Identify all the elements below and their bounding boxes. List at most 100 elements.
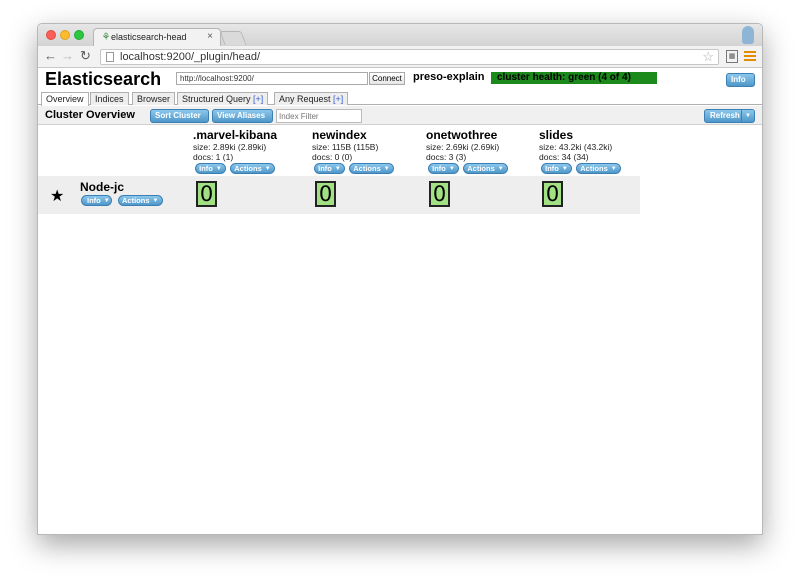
- profile-icon[interactable]: [742, 26, 754, 44]
- minimize-window-button[interactable]: [60, 30, 70, 40]
- index-info-button[interactable]: Info ▼: [428, 163, 459, 174]
- elasticsearch-favicon-icon: ⚘: [101, 32, 111, 43]
- caret-down-icon: ▼: [334, 166, 341, 172]
- browser-window: ⚘ elasticsearch-head × ← → ↻ localhost:9…: [37, 23, 763, 535]
- forward-arrow-icon[interactable]: →: [61, 48, 74, 64]
- caret-down-icon: ▼: [152, 198, 159, 204]
- index-actions-button[interactable]: Actions ▼: [576, 163, 621, 174]
- bookmark-star-icon[interactable]: ☆: [702, 49, 714, 65]
- menu-icon[interactable]: [744, 51, 756, 63]
- tab-indices[interactable]: Indices: [90, 92, 129, 105]
- index-filter-input[interactable]: [276, 109, 362, 123]
- node-name: Node-jc: [80, 180, 125, 194]
- index-name: onetwothree: [426, 128, 498, 142]
- info-menu-button[interactable]: Info▼: [726, 73, 755, 95]
- index-info-button[interactable]: Info ▼: [541, 163, 572, 174]
- node-info-button[interactable]: Info ▼: [81, 195, 112, 206]
- info-label: Info: [318, 164, 332, 173]
- index-name: newindex: [312, 128, 367, 142]
- app-header: Elasticsearch Connect preso-explain clus…: [38, 69, 762, 95]
- tab-plus: [+]: [333, 94, 344, 104]
- index-size: size: 2.69ki (2.69ki): [426, 142, 500, 152]
- index-size: size: 115B (115B): [312, 142, 379, 152]
- caret-down-icon: ▼: [264, 166, 271, 172]
- cluster-health-badge: cluster health: green (4 of 4): [491, 72, 657, 84]
- browser-toolbar: ← → ↻ localhost:9200/_plugin/head/ ☆ ▦: [38, 46, 762, 68]
- shard-box[interactable]: 0: [315, 181, 336, 207]
- index-column: newindex size: 115B (115B) docs: 0 (0) I…: [312, 128, 424, 175]
- reload-icon[interactable]: ↻: [80, 48, 91, 64]
- actions-label: Actions: [353, 164, 381, 173]
- refresh-label: Refresh: [710, 111, 740, 120]
- tab-plus: [+]: [253, 94, 264, 104]
- app-title: Elasticsearch: [45, 69, 162, 89]
- index-docs: docs: 3 (3): [426, 152, 467, 162]
- tab-label: Structured Query: [182, 94, 254, 104]
- index-actions-button[interactable]: Actions ▼: [230, 163, 275, 174]
- node-actions-button[interactable]: Actions ▼: [118, 195, 163, 206]
- index-info-button[interactable]: Info ▼: [314, 163, 345, 174]
- caret-down-icon: ▼: [497, 166, 504, 172]
- shard-box[interactable]: 0: [542, 181, 563, 207]
- view-aliases-button[interactable]: View Aliases▼: [212, 109, 273, 131]
- refresh-button[interactable]: Refresh ▼: [704, 109, 755, 123]
- master-star-icon: ★: [50, 188, 65, 205]
- index-actions-button[interactable]: Actions ▼: [349, 163, 394, 174]
- index-buttons: Info ▼ Actions ▼: [539, 163, 651, 175]
- tab-label: Overview: [46, 94, 84, 104]
- actions-label: Actions: [467, 164, 495, 173]
- index-size: size: 43.2ki (43.2ki): [539, 142, 613, 152]
- sort-label: Sort Cluster: [155, 111, 201, 120]
- tab-close-icon[interactable]: ×: [207, 31, 213, 42]
- index-column: .marvel-kibana size: 2.89ki (2.89ki) doc…: [193, 128, 305, 175]
- index-name: slides: [539, 128, 574, 142]
- connection-url-input[interactable]: [176, 72, 368, 85]
- caret-down-icon: ▼: [561, 166, 568, 172]
- cluster-overview-title: Cluster Overview: [45, 109, 135, 121]
- tab-any-request[interactable]: Any Request [+]: [274, 92, 349, 105]
- index-docs: docs: 1 (1): [193, 152, 234, 162]
- index-actions-button[interactable]: Actions ▼: [463, 163, 508, 174]
- caret-down-icon: ▼: [215, 166, 222, 172]
- index-size: size: 2.89ki (2.89ki): [193, 142, 267, 152]
- caret-down-icon: ▼: [103, 198, 110, 204]
- index-info-button[interactable]: Info ▼: [195, 163, 226, 174]
- page-content: Elasticsearch Connect preso-explain clus…: [38, 69, 762, 534]
- cluster-overview-toolbar: Cluster Overview Sort Cluster ▼ View Alia…: [38, 106, 762, 131]
- caret-down-icon: ▼: [383, 166, 390, 172]
- index-buttons: Info ▼ Actions ▼: [426, 163, 538, 175]
- main-tabs: Overview Indices Browser Structured Quer…: [38, 91, 762, 106]
- actions-label: Actions: [122, 196, 150, 205]
- tab-browser[interactable]: Browser: [132, 92, 176, 105]
- address-bar[interactable]: localhost:9200/_plugin/head/ ☆: [100, 49, 719, 65]
- info-label: Info: [731, 75, 746, 84]
- back-arrow-icon[interactable]: ←: [44, 48, 57, 64]
- caret-down-icon[interactable]: ▼: [745, 110, 751, 122]
- close-window-button[interactable]: [46, 30, 56, 40]
- sort-cluster-button[interactable]: Sort Cluster ▼: [150, 109, 209, 131]
- connect-button[interactable]: Connect: [369, 72, 405, 85]
- tab-label: Any Request: [279, 94, 334, 104]
- tab-label: Indices: [95, 94, 124, 104]
- browser-tab[interactable]: ⚘ elasticsearch-head ×: [93, 28, 221, 46]
- node-row: ★ Node-jc Info ▼ Actions ▼ 0 0 0 0: [38, 176, 640, 214]
- index-column: slides size: 43.2ki (43.2ki) docs: 34 (3…: [539, 128, 651, 175]
- extension-icon[interactable]: ▦: [726, 50, 738, 63]
- zoom-window-button[interactable]: [74, 30, 84, 40]
- caret-down-icon: ▼: [610, 166, 617, 172]
- info-label: Info: [432, 164, 446, 173]
- shard-box[interactable]: 0: [429, 181, 450, 207]
- tab-label: Browser: [137, 94, 171, 104]
- new-tab-button[interactable]: [219, 31, 247, 45]
- aliases-label: View Aliases: [217, 111, 266, 120]
- cluster-name: preso-explain: [413, 71, 485, 83]
- refresh-separator: [741, 110, 742, 122]
- url-text[interactable]: localhost:9200/_plugin/head/: [120, 51, 260, 63]
- tab-overview[interactable]: Overview: [41, 92, 89, 106]
- info-label: Info: [87, 196, 101, 205]
- caret-down-icon: ▼: [158, 125, 164, 131]
- actions-label: Actions: [234, 164, 262, 173]
- shard-box[interactable]: 0: [196, 181, 217, 207]
- caret-down-icon: ▼: [448, 166, 455, 172]
- tab-structured-query[interactable]: Structured Query [+]: [177, 92, 269, 105]
